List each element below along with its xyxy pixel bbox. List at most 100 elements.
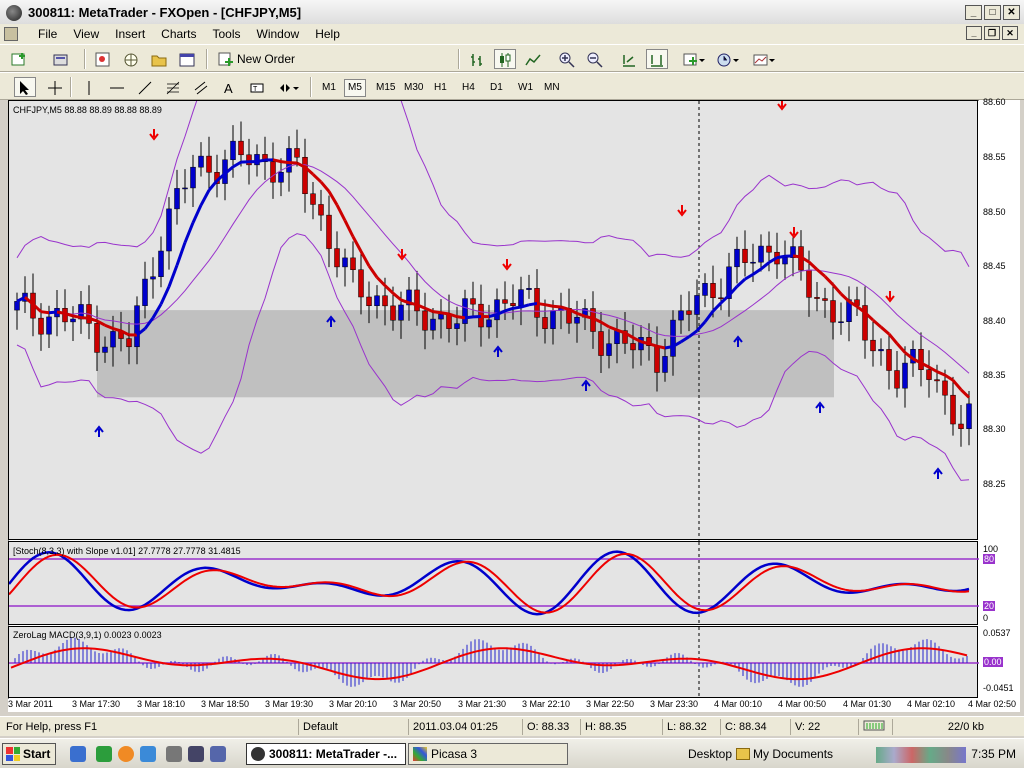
bear-candle: [302, 156, 308, 195]
timeframe-d1[interactable]: D1: [486, 79, 507, 97]
vertical-line-icon[interactable]: [78, 77, 100, 97]
menu-charts[interactable]: Charts: [153, 27, 204, 41]
periods-clock-icon[interactable]: [716, 49, 739, 69]
ie-icon[interactable]: [70, 746, 86, 762]
bull-candle: [454, 323, 460, 329]
stoch-level-20: 20: [983, 601, 996, 611]
stochastic-pane[interactable]: [Stoch(8,3,3) with Slope v1.01] 27.7778 …: [8, 541, 979, 626]
time-label: 3 Mar 2011: [8, 699, 53, 709]
minimize-button[interactable]: _: [965, 5, 982, 20]
desktop-toolbar-label[interactable]: Desktop: [688, 747, 732, 761]
zoom-out-icon[interactable]: [584, 49, 606, 69]
bull-candle: [342, 257, 348, 268]
menu-bar: File View Insert Charts Tools Window Hel…: [0, 24, 1024, 44]
text-label-icon[interactable]: T: [246, 77, 268, 97]
crosshair-icon[interactable]: [44, 77, 66, 97]
trend-ma-segment: [807, 260, 819, 271]
templates-icon[interactable]: [752, 49, 775, 69]
bear-candle: [710, 283, 716, 299]
chart-shift-icon[interactable]: [646, 49, 668, 69]
trend-ma-segment: [959, 388, 971, 399]
terminal-icon[interactable]: [176, 49, 198, 69]
open-folder-icon[interactable]: [148, 49, 170, 69]
macd-zero-label: 0.00: [983, 657, 1003, 667]
my-documents-item[interactable]: My Documents: [736, 747, 833, 761]
profiles-icon[interactable]: [50, 49, 72, 69]
timeframe-w1[interactable]: W1: [514, 79, 537, 97]
bear-candle: [390, 305, 396, 321]
timeframe-m15[interactable]: M15: [372, 79, 399, 97]
show-desktop-icon[interactable]: [188, 746, 204, 762]
arrows-icon[interactable]: [276, 77, 299, 97]
status-bar: For Help, press F1 Default 2011.03.04 01…: [0, 716, 1024, 736]
menu-view[interactable]: View: [65, 27, 107, 41]
bar-low: L: 88.32: [662, 719, 722, 735]
auto-scroll-icon[interactable]: [618, 49, 640, 69]
text-tool-icon[interactable]: A: [218, 77, 240, 97]
firefox-icon[interactable]: [118, 746, 134, 762]
chart-close-button[interactable]: ✕: [1002, 26, 1018, 40]
chart-document-icon[interactable]: [4, 27, 18, 41]
menu-help[interactable]: Help: [307, 27, 348, 41]
my-documents-label: My Documents: [753, 747, 834, 761]
trend-ma-segment: [256, 158, 266, 164]
trendline-icon[interactable]: [134, 77, 156, 97]
timeframe-m5[interactable]: M5: [344, 79, 366, 97]
horizontal-line-icon[interactable]: [106, 77, 128, 97]
trend-ma-segment: [175, 242, 187, 266]
metatrader-app-icon[interactable]: [6, 5, 22, 21]
timeframe-h4[interactable]: H4: [458, 79, 479, 97]
candlestick-chart-icon[interactable]: [494, 49, 516, 69]
market-watch-icon[interactable]: [92, 49, 114, 69]
task-metatrader[interactable]: 300811: MetaTrader -...: [246, 743, 406, 765]
timeframe-m1[interactable]: M1: [318, 79, 340, 97]
profile-name[interactable]: Default: [298, 719, 402, 735]
timeframe-h1[interactable]: H1: [430, 79, 451, 97]
line-chart-icon[interactable]: [522, 49, 544, 69]
trend-ma-segment: [351, 235, 363, 253]
price-chart[interactable]: CHFJPY,M5 88.88 88.89 88.88 88.89: [8, 100, 978, 541]
system-tray-icons[interactable]: [876, 747, 966, 763]
trend-ma-segment: [343, 219, 355, 238]
skype-icon[interactable]: [140, 746, 156, 762]
chart-restore-button[interactable]: ❐: [984, 26, 1000, 40]
menu-file[interactable]: File: [30, 27, 65, 41]
timeframe-mn[interactable]: MN: [540, 79, 564, 97]
start-button[interactable]: Start: [2, 743, 56, 765]
trend-ma-segment: [792, 254, 802, 259]
cursor-icon[interactable]: [14, 77, 36, 97]
trend-ma-segment: [839, 292, 851, 303]
trend-ma-segment: [951, 379, 963, 391]
time-label: 3 Mar 17:30: [72, 699, 121, 709]
menu-insert[interactable]: Insert: [107, 27, 153, 41]
bear-candle: [934, 379, 940, 382]
zoom-in-icon[interactable]: [556, 49, 578, 69]
bear-candle: [358, 269, 364, 298]
channel-icon[interactable]: [190, 77, 212, 97]
bar-chart-icon[interactable]: [466, 49, 488, 69]
indicators-icon[interactable]: [682, 49, 705, 69]
bull-candle: [286, 148, 292, 173]
messenger-icon[interactable]: [96, 746, 112, 762]
chart-window-controls: _ ❐ ✕: [966, 26, 1018, 40]
trend-ma-segment: [744, 273, 754, 281]
new-order-button[interactable]: New Order: [214, 49, 299, 69]
media-icon[interactable]: [166, 746, 182, 762]
fibonacci-icon[interactable]: [162, 77, 184, 97]
navigator-icon[interactable]: [120, 49, 142, 69]
trend-ma-segment: [191, 204, 203, 224]
bull-candle: [838, 321, 844, 323]
quicklaunch-icon[interactable]: [210, 746, 226, 762]
trend-ma-segment: [944, 373, 954, 382]
task-picasa[interactable]: Picasa 3: [408, 743, 568, 765]
new-chart-icon[interactable]: [8, 49, 30, 69]
trend-ma-segment: [327, 190, 339, 206]
toolbar-separator: [458, 49, 460, 69]
menu-tools[interactable]: Tools: [205, 27, 249, 41]
close-button[interactable]: ✕: [1003, 5, 1020, 20]
timeframe-m30[interactable]: M30: [400, 79, 427, 97]
maximize-button[interactable]: □: [984, 5, 1001, 20]
macd-pane[interactable]: ZeroLag MACD(3,9,1) 0.0023 0.0023: [8, 626, 979, 699]
menu-window[interactable]: Window: [249, 27, 308, 41]
chart-minimize-button[interactable]: _: [966, 26, 982, 40]
